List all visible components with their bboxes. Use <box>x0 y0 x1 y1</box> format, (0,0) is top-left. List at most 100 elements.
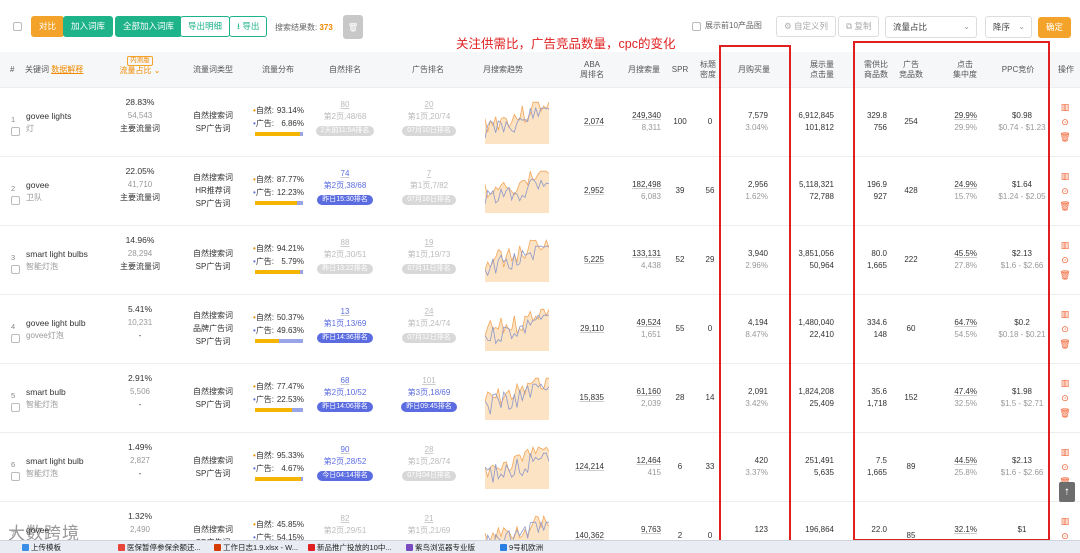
select-all-checkbox[interactable] <box>13 22 22 31</box>
show-top10-checkbox[interactable] <box>692 22 701 31</box>
col-aba: ABA 周排名 <box>575 60 609 80</box>
monthly-trend-sparkline[interactable] <box>485 100 549 144</box>
row-checkbox[interactable] <box>11 196 20 205</box>
natural-share-value: 45.85% <box>276 520 304 529</box>
organic-rank-time: 今日04:14排名 <box>310 468 380 481</box>
custom-columns-button[interactable]: ⚙ 自定义列 <box>776 16 837 37</box>
traffic-type-item: SP广告词 <box>195 337 231 346</box>
row-actions: ▥⊙🗑 <box>1058 169 1072 214</box>
taskbar-item[interactable]: 新品推广投放的10中... <box>308 542 392 553</box>
traffic-type-item: 品牌广告词 <box>193 324 233 333</box>
aba-rank[interactable]: 5,225 <box>568 253 604 266</box>
sort-order-select[interactable]: 降序 ⌄ <box>985 16 1032 38</box>
trash-icon[interactable]: 🗑 <box>1058 406 1072 421</box>
bar-chart-icon[interactable]: ▥ <box>1058 514 1072 529</box>
compare-button[interactable]: 对比 <box>31 16 65 37</box>
aba-rank[interactable]: 29,110 <box>568 322 604 335</box>
keyword-translation: govee灯泡 <box>26 331 64 340</box>
taskbar-item[interactable]: 上传模板 <box>22 542 61 553</box>
organic-rank-badge: 今日04:14排名 <box>317 471 373 481</box>
more-icon[interactable]: ⊙ <box>1058 115 1072 130</box>
traffic-type-item: SP广告词 <box>195 262 231 271</box>
trash-icon[interactable]: 🗑 <box>1058 337 1072 352</box>
row-checkbox[interactable] <box>11 127 20 136</box>
row-checkbox[interactable] <box>11 334 20 343</box>
col-aba-line1: ABA <box>583 60 600 69</box>
ad-share-value: 6.86% <box>281 119 304 128</box>
ad-rank-time: 昨日09:45排名 <box>394 399 464 412</box>
traffic-dist-bar <box>255 477 303 481</box>
more-icon[interactable]: ⊙ <box>1058 184 1072 199</box>
taskbar-item[interactable]: 医保暂停参保余额还... <box>118 542 201 553</box>
export-detail-button[interactable]: 导出明细 <box>180 16 231 37</box>
trash-icon[interactable]: 🗑 <box>1058 199 1072 214</box>
aba-rank[interactable]: 124,214 <box>568 460 604 473</box>
organic-rank-time: 昨日15:30排名 <box>310 192 380 205</box>
col-traffic-type: 流量词类型 <box>193 65 233 74</box>
traffic-share: 22.05% <box>125 166 155 176</box>
export-button[interactable]: ⭳ 导出 <box>229 16 268 37</box>
bar-chart-icon[interactable]: ▥ <box>1058 307 1072 322</box>
copy-button[interactable]: ⧉ 复制 <box>838 16 880 37</box>
data-explain-link[interactable]: 数据解释 <box>51 65 83 74</box>
col-aba-line2: 周排名 <box>580 70 604 79</box>
row-actions: ▥⊙🗑 <box>1058 100 1072 145</box>
bar-chart-icon[interactable]: ▥ <box>1058 238 1072 253</box>
impressions: 196,864 <box>805 525 834 534</box>
bar-chart-icon[interactable]: ▥ <box>1058 445 1072 460</box>
monthly-trend-sparkline[interactable] <box>485 445 549 489</box>
main-traffic-tag: 主要流量词 <box>120 193 160 202</box>
traffic-share-count: 41,710 <box>127 180 153 189</box>
ad-rank-time: 07月10日排名 <box>394 123 464 136</box>
ad-share-value: 49.63% <box>276 326 304 335</box>
traffic-type-item: 自然搜索词 <box>193 387 233 396</box>
highlight-box-purchase <box>719 45 791 542</box>
traffic-type-item: 自然搜索词 <box>193 111 233 120</box>
more-icon[interactable]: ⊙ <box>1058 253 1072 268</box>
copy-label: 复制 <box>854 21 872 31</box>
row-checkbox[interactable] <box>11 403 20 412</box>
more-icon[interactable]: ⊙ <box>1058 391 1072 406</box>
monthly-trend-sparkline[interactable] <box>485 238 549 282</box>
ad-rank-time: 07月16日排名 <box>394 192 464 205</box>
sort-field-select[interactable]: 流量占比 ⌄ <box>885 16 977 38</box>
bar-chart-icon[interactable]: ▥ <box>1058 169 1072 184</box>
add-to-lib-button[interactable]: 加入词库 <box>63 16 114 37</box>
copy-icon: ⧉ <box>846 21 853 31</box>
monthly-trend-sparkline[interactable] <box>485 376 549 420</box>
scroll-top-button[interactable]: ⭡ <box>1059 482 1075 502</box>
bar-chart-icon[interactable]: ▥ <box>1058 100 1072 115</box>
ad-rank-page: 第1页,7/82 <box>409 181 449 190</box>
aba-rank[interactable]: 15,835 <box>568 391 604 404</box>
organic-rank-badge: 昨日14:06排名 <box>317 402 373 412</box>
trash-icon[interactable]: 🗑 <box>1058 268 1072 283</box>
annotation-text: 关注供需比，广告竞品数量，cpc的变化 <box>456 37 676 51</box>
taskbar-item[interactable]: 紫鸟浏览器专业版 <box>406 542 475 553</box>
col-traffic-share[interactable]: 内测版 流量占比 ⌄ <box>118 55 162 76</box>
traffic-share-count: 2,490 <box>129 525 151 534</box>
row-checkbox[interactable] <box>11 472 20 481</box>
trash-icon[interactable]: 🗑 <box>1058 130 1072 145</box>
traffic-dist-bar-ad <box>297 201 303 205</box>
traffic-dist-bar-ad <box>300 270 303 274</box>
bar-chart-icon[interactable]: ▥ <box>1058 376 1072 391</box>
monthly-search[interactable]: 9,763 <box>620 523 661 536</box>
confirm-button[interactable]: 确定 <box>1038 17 1072 38</box>
taskbar-item[interactable]: 工作日志1.9.xlsx - W... <box>214 542 298 553</box>
row-checkbox[interactable] <box>11 265 20 274</box>
traffic-share: 5.41% <box>127 304 153 314</box>
aba-rank[interactable]: 2,074 <box>568 115 604 128</box>
delete-button[interactable]: 🗑 <box>343 15 363 39</box>
title-density: 0 <box>707 117 713 126</box>
monthly-trend-sparkline[interactable] <box>485 307 549 351</box>
taskbar-item[interactable]: 9号机欧洲 <box>500 542 543 553</box>
traffic-type-item: 自然搜索词 <box>193 456 233 465</box>
monthly-trend-sparkline[interactable] <box>485 169 549 213</box>
more-icon[interactable]: ⊙ <box>1058 322 1072 337</box>
more-icon[interactable]: ⊙ <box>1058 460 1072 475</box>
aba-rank[interactable]: 2,952 <box>568 184 604 197</box>
row-actions: ▥⊙🗑 <box>1058 307 1072 352</box>
result-count: 搜索结果数: 373 <box>275 22 333 33</box>
add-all-to-lib-button[interactable]: 全部加入词库 <box>115 16 183 37</box>
traffic-dist-bar-ad <box>279 339 303 343</box>
